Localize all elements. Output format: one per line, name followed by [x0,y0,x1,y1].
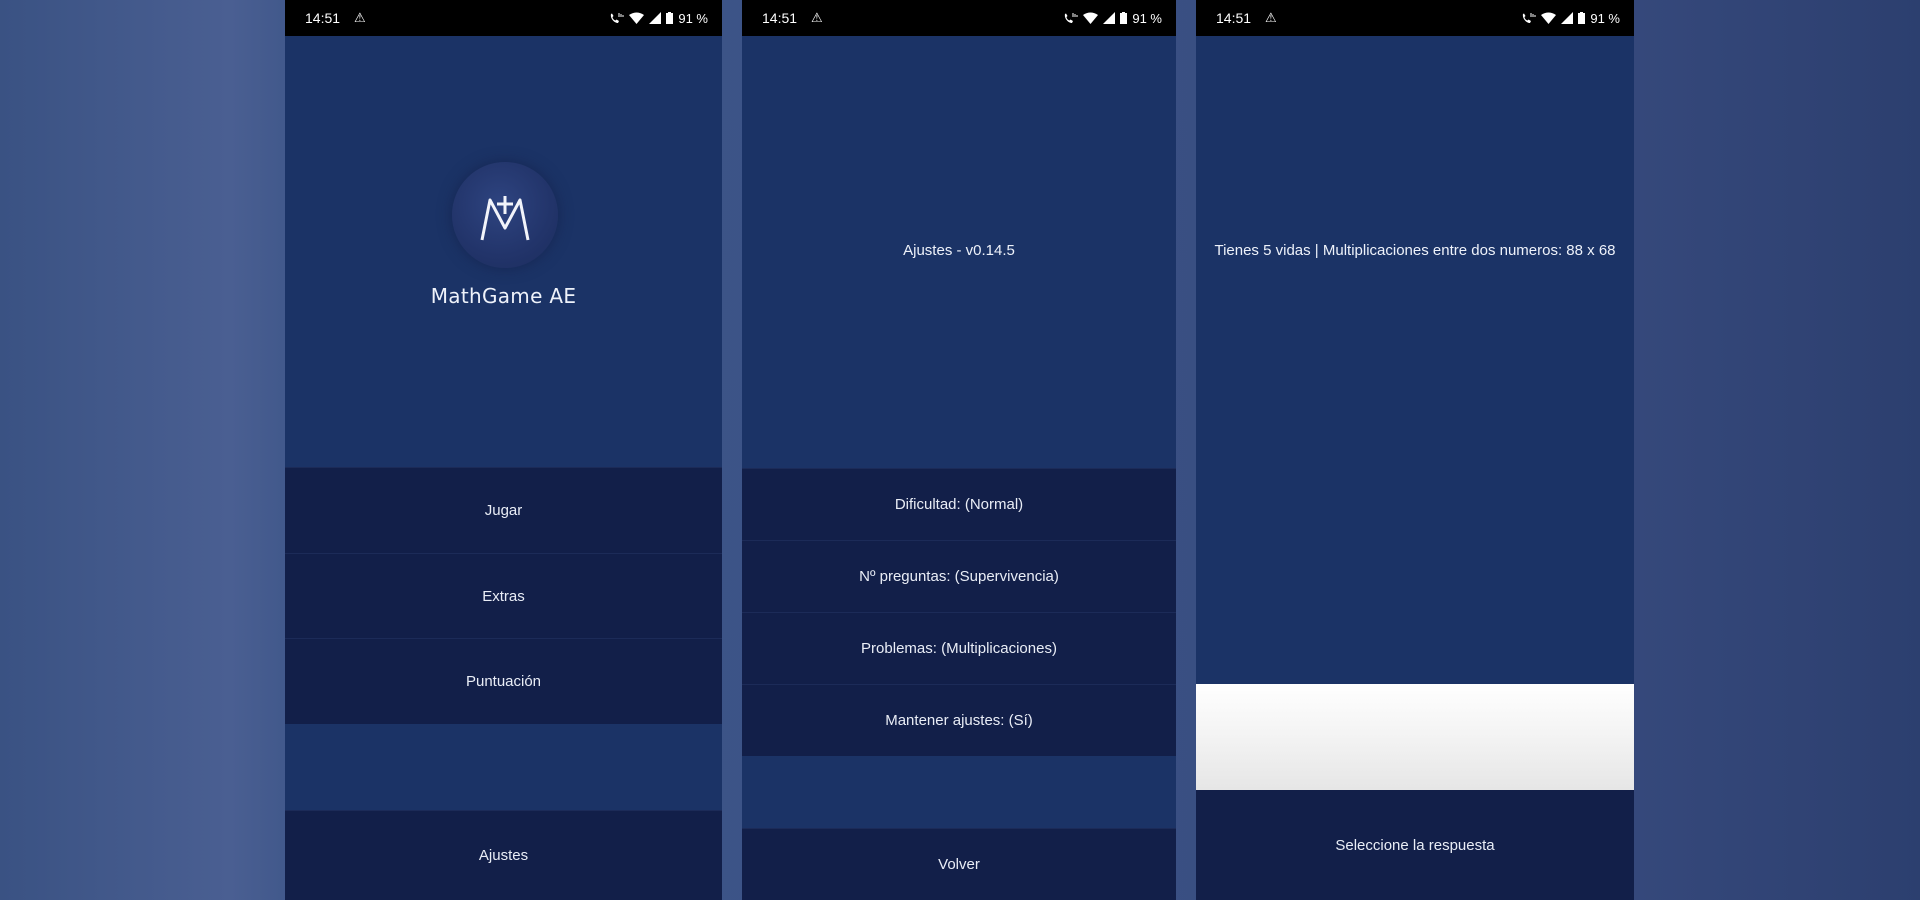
status-bar: 14:51 ⚠ 91 % [1196,0,1634,36]
problems-label: Problemas: (Multiplicaciones) [861,640,1057,657]
battery-level: 91 % [1590,10,1620,26]
play-button[interactable]: Jugar [285,467,722,553]
status-bar: 14:51 ⚠ 91 % [742,0,1176,36]
difficulty-label: Dificultad: (Normal) [894,496,1024,513]
extras-button[interactable]: Extras [285,553,722,638]
game-screen: 14:51 ⚠ 91 % Tienes 5 vidas | Multiplica… [1196,0,1634,900]
app-title: MathGame AE [430,284,577,308]
empty-band [742,756,1176,828]
battery-icon [666,12,674,24]
play-label: Jugar [484,502,523,519]
battery-icon [1578,12,1586,24]
battery-level: 91 % [1132,10,1162,26]
answer-prompt-bar: Seleccione la respuesta [1196,790,1634,900]
warning-icon: ⚠ [811,10,823,25]
question-text: Tienes 5 vidas | Multiplicaciones entre … [1214,242,1616,259]
back-button[interactable]: Volver [742,828,1176,900]
wifi-icon [629,12,645,24]
signal-icon [649,12,662,24]
score-label: Puntuación [465,673,542,690]
wifi-icon [1083,12,1099,24]
questions-option[interactable]: Nº preguntas: (Supervivencia) [742,540,1176,612]
call-icon [1523,12,1536,23]
settings-button[interactable]: Ajustes [285,810,722,900]
wifi-icon [1541,12,1557,24]
mathgame-logo-icon [452,162,558,268]
warning-icon: ⚠ [354,10,366,25]
settings-label: Ajustes [478,847,529,864]
keep-settings-option[interactable]: Mantener ajustes: (Sí) [742,684,1176,756]
warning-icon: ⚠ [1265,10,1277,25]
empty-band [285,724,722,810]
difficulty-option[interactable]: Dificultad: (Normal) [742,468,1176,540]
signal-icon [1103,12,1116,24]
problems-option[interactable]: Problemas: (Multiplicaciones) [742,612,1176,684]
extras-label: Extras [482,587,525,605]
settings-screen: 14:51 ⚠ 91 % Ajustes - v0.14.5 Dificulta… [742,0,1176,900]
answer-options-area[interactable] [1196,684,1634,790]
settings-title: Ajustes - v0.14.5 [903,242,1015,259]
questions-label: Nº preguntas: (Supervivencia) [859,568,1059,585]
keep-settings-label: Mantener ajustes: (Sí) [885,712,1033,729]
battery-level: 91 % [678,10,708,26]
call-icon [1065,12,1078,23]
home-screen: 14:51 ⚠ 91 % MathGame AE Jugar Extras Pu… [285,0,722,900]
score-button[interactable]: Puntuación [285,638,722,724]
back-label: Volver [938,856,980,873]
status-bar: 14:51 ⚠ 91 % [285,0,722,36]
status-time: 14:51 [762,10,798,26]
answer-prompt: Seleccione la respuesta [1335,836,1495,854]
call-icon [611,12,624,23]
status-time: 14:51 [305,10,341,26]
battery-icon [1120,12,1128,24]
status-time: 14:51 [1216,10,1252,26]
signal-icon [1561,12,1574,24]
